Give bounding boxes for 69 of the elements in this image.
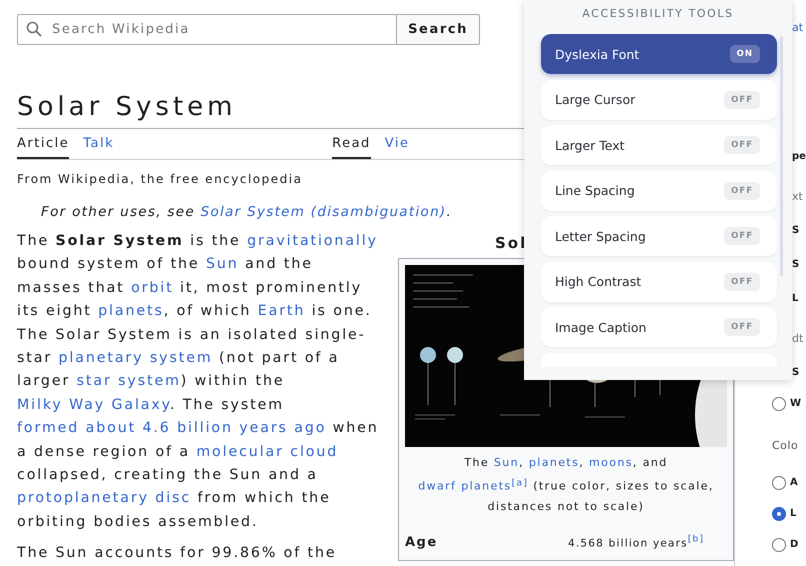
text-link[interactable]: planetary system bbox=[58, 350, 213, 366]
row-value: 4.568 billion years$^{[b]}$ bbox=[568, 534, 704, 550]
radio-button[interactable] bbox=[772, 507, 786, 521]
text-link[interactable]: formed about 4.6 billion years ago bbox=[17, 420, 326, 436]
state-badge: OFF bbox=[724, 318, 760, 336]
text-link[interactable]: Milky Way Galaxy bbox=[17, 396, 170, 413]
tab[interactable]: Article bbox=[17, 129, 70, 159]
tool-label: High Contrast bbox=[555, 274, 642, 289]
sidebar-label: L bbox=[792, 292, 798, 306]
radio-label: L bbox=[790, 507, 796, 521]
infobox-title: Sol bbox=[495, 234, 528, 254]
radio-button[interactable] bbox=[772, 476, 786, 490]
tagline: From Wikipedia, the free encyclopedia bbox=[17, 172, 304, 186]
state-badge: OFF bbox=[724, 136, 760, 154]
text-link[interactable]: Sun bbox=[494, 456, 520, 469]
state-badge: OFF bbox=[724, 90, 760, 108]
state-badge: OFF bbox=[724, 227, 760, 245]
sidebar-label: S bbox=[792, 258, 800, 272]
text-link[interactable]: molecular cloud bbox=[196, 444, 338, 460]
sidebar-label: S bbox=[792, 224, 800, 238]
tool-toggle[interactable]: Image Caption OFF bbox=[541, 307, 777, 347]
radio-label: D bbox=[790, 538, 798, 552]
state-badge: OFF bbox=[724, 182, 760, 200]
text-link[interactable]: Sun bbox=[206, 256, 239, 272]
tool-toggle[interactable]: Larger Text OFF bbox=[541, 125, 777, 165]
tool-label: Larger Text bbox=[555, 138, 625, 152]
search-icon bbox=[26, 21, 42, 37]
text-link[interactable]: orbit bbox=[131, 280, 174, 296]
state-badge: OFF bbox=[724, 272, 760, 290]
tab[interactable]: Talk bbox=[83, 129, 114, 159]
row-label: Age bbox=[405, 535, 439, 550]
sidebar-label: pe bbox=[792, 150, 806, 164]
text-link[interactable]: moons bbox=[589, 456, 633, 469]
sidebar-link[interactable]: at bbox=[792, 18, 804, 38]
paragraph: The Sun accounts for 99.86% of the bbox=[17, 544, 338, 564]
sidebar-label: S bbox=[792, 366, 800, 380]
tool-label: Dyslexia Font bbox=[555, 46, 640, 62]
text-link[interactable]: planets bbox=[528, 456, 580, 469]
radio-button[interactable] bbox=[772, 538, 786, 552]
state-badge: ON bbox=[730, 45, 760, 63]
panel-title: ACCESSIBILITY TOOLS bbox=[581, 6, 735, 21]
sidebar-text: xt bbox=[792, 189, 803, 205]
text-link[interactable]: protoplanetary disc bbox=[17, 490, 192, 506]
sidebar-heading: Colo bbox=[772, 438, 798, 454]
tool-label: Image Caption bbox=[555, 320, 646, 334]
tool-toggle[interactable]: Dyslexia Font ON bbox=[541, 34, 777, 74]
tab[interactable]: Read bbox=[332, 129, 371, 159]
search-field[interactable]: Search Wikipedia bbox=[17, 14, 398, 45]
radio-button[interactable] bbox=[772, 397, 786, 411]
tool-toggle[interactable]: Letter Spacing OFF bbox=[541, 216, 777, 256]
text-link[interactable]: Earth bbox=[258, 303, 306, 320]
paragraph: The Solar System is the gravitationally bound system of the Sun and the masses that orbit it, most prominently its eight planets, of which Earth is one. The Solar System is an isolated single-star planetary system (not part of a larger star system) within the Milky Way Galaxy. The system formed about 4.6 billion years ago when a dense region of a molecular cloud collapsed, creating the Sun and a protoplanetary disc from which the orbiting bodies assembled. bbox=[17, 232, 380, 532]
text-link[interactable]: Solar System (disambiguation) bbox=[200, 204, 446, 220]
tool-toggle[interactable]: Line Spacing OFF bbox=[541, 170, 777, 210]
search-button[interactable]: Search bbox=[397, 14, 480, 45]
text-link[interactable]: dwarf planets bbox=[418, 480, 512, 493]
text-link[interactable]: planets bbox=[98, 303, 164, 320]
radio-label: W bbox=[790, 397, 802, 411]
tool-label: Large Cursor bbox=[555, 92, 636, 107]
image-caption: The Sun, planets, moons, and dwarf planets$^{[a]}$ (true color, sizes to scale, distances not to scale) bbox=[417, 455, 715, 515]
sidebar-text: dt bbox=[792, 331, 804, 347]
text-link[interactable]: star system bbox=[76, 373, 181, 390]
tool-label: Letter Spacing bbox=[555, 228, 646, 244]
text-link[interactable]: gravitationally bbox=[247, 233, 378, 249]
tool-toggle[interactable]: High Contrast OFF bbox=[541, 262, 777, 302]
tab[interactable]: Vie bbox=[384, 129, 410, 159]
radio-label: A bbox=[790, 476, 798, 490]
tool-label: Line Spacing bbox=[555, 183, 635, 198]
tool-toggle[interactable]: Large Cursor OFF bbox=[541, 80, 777, 120]
